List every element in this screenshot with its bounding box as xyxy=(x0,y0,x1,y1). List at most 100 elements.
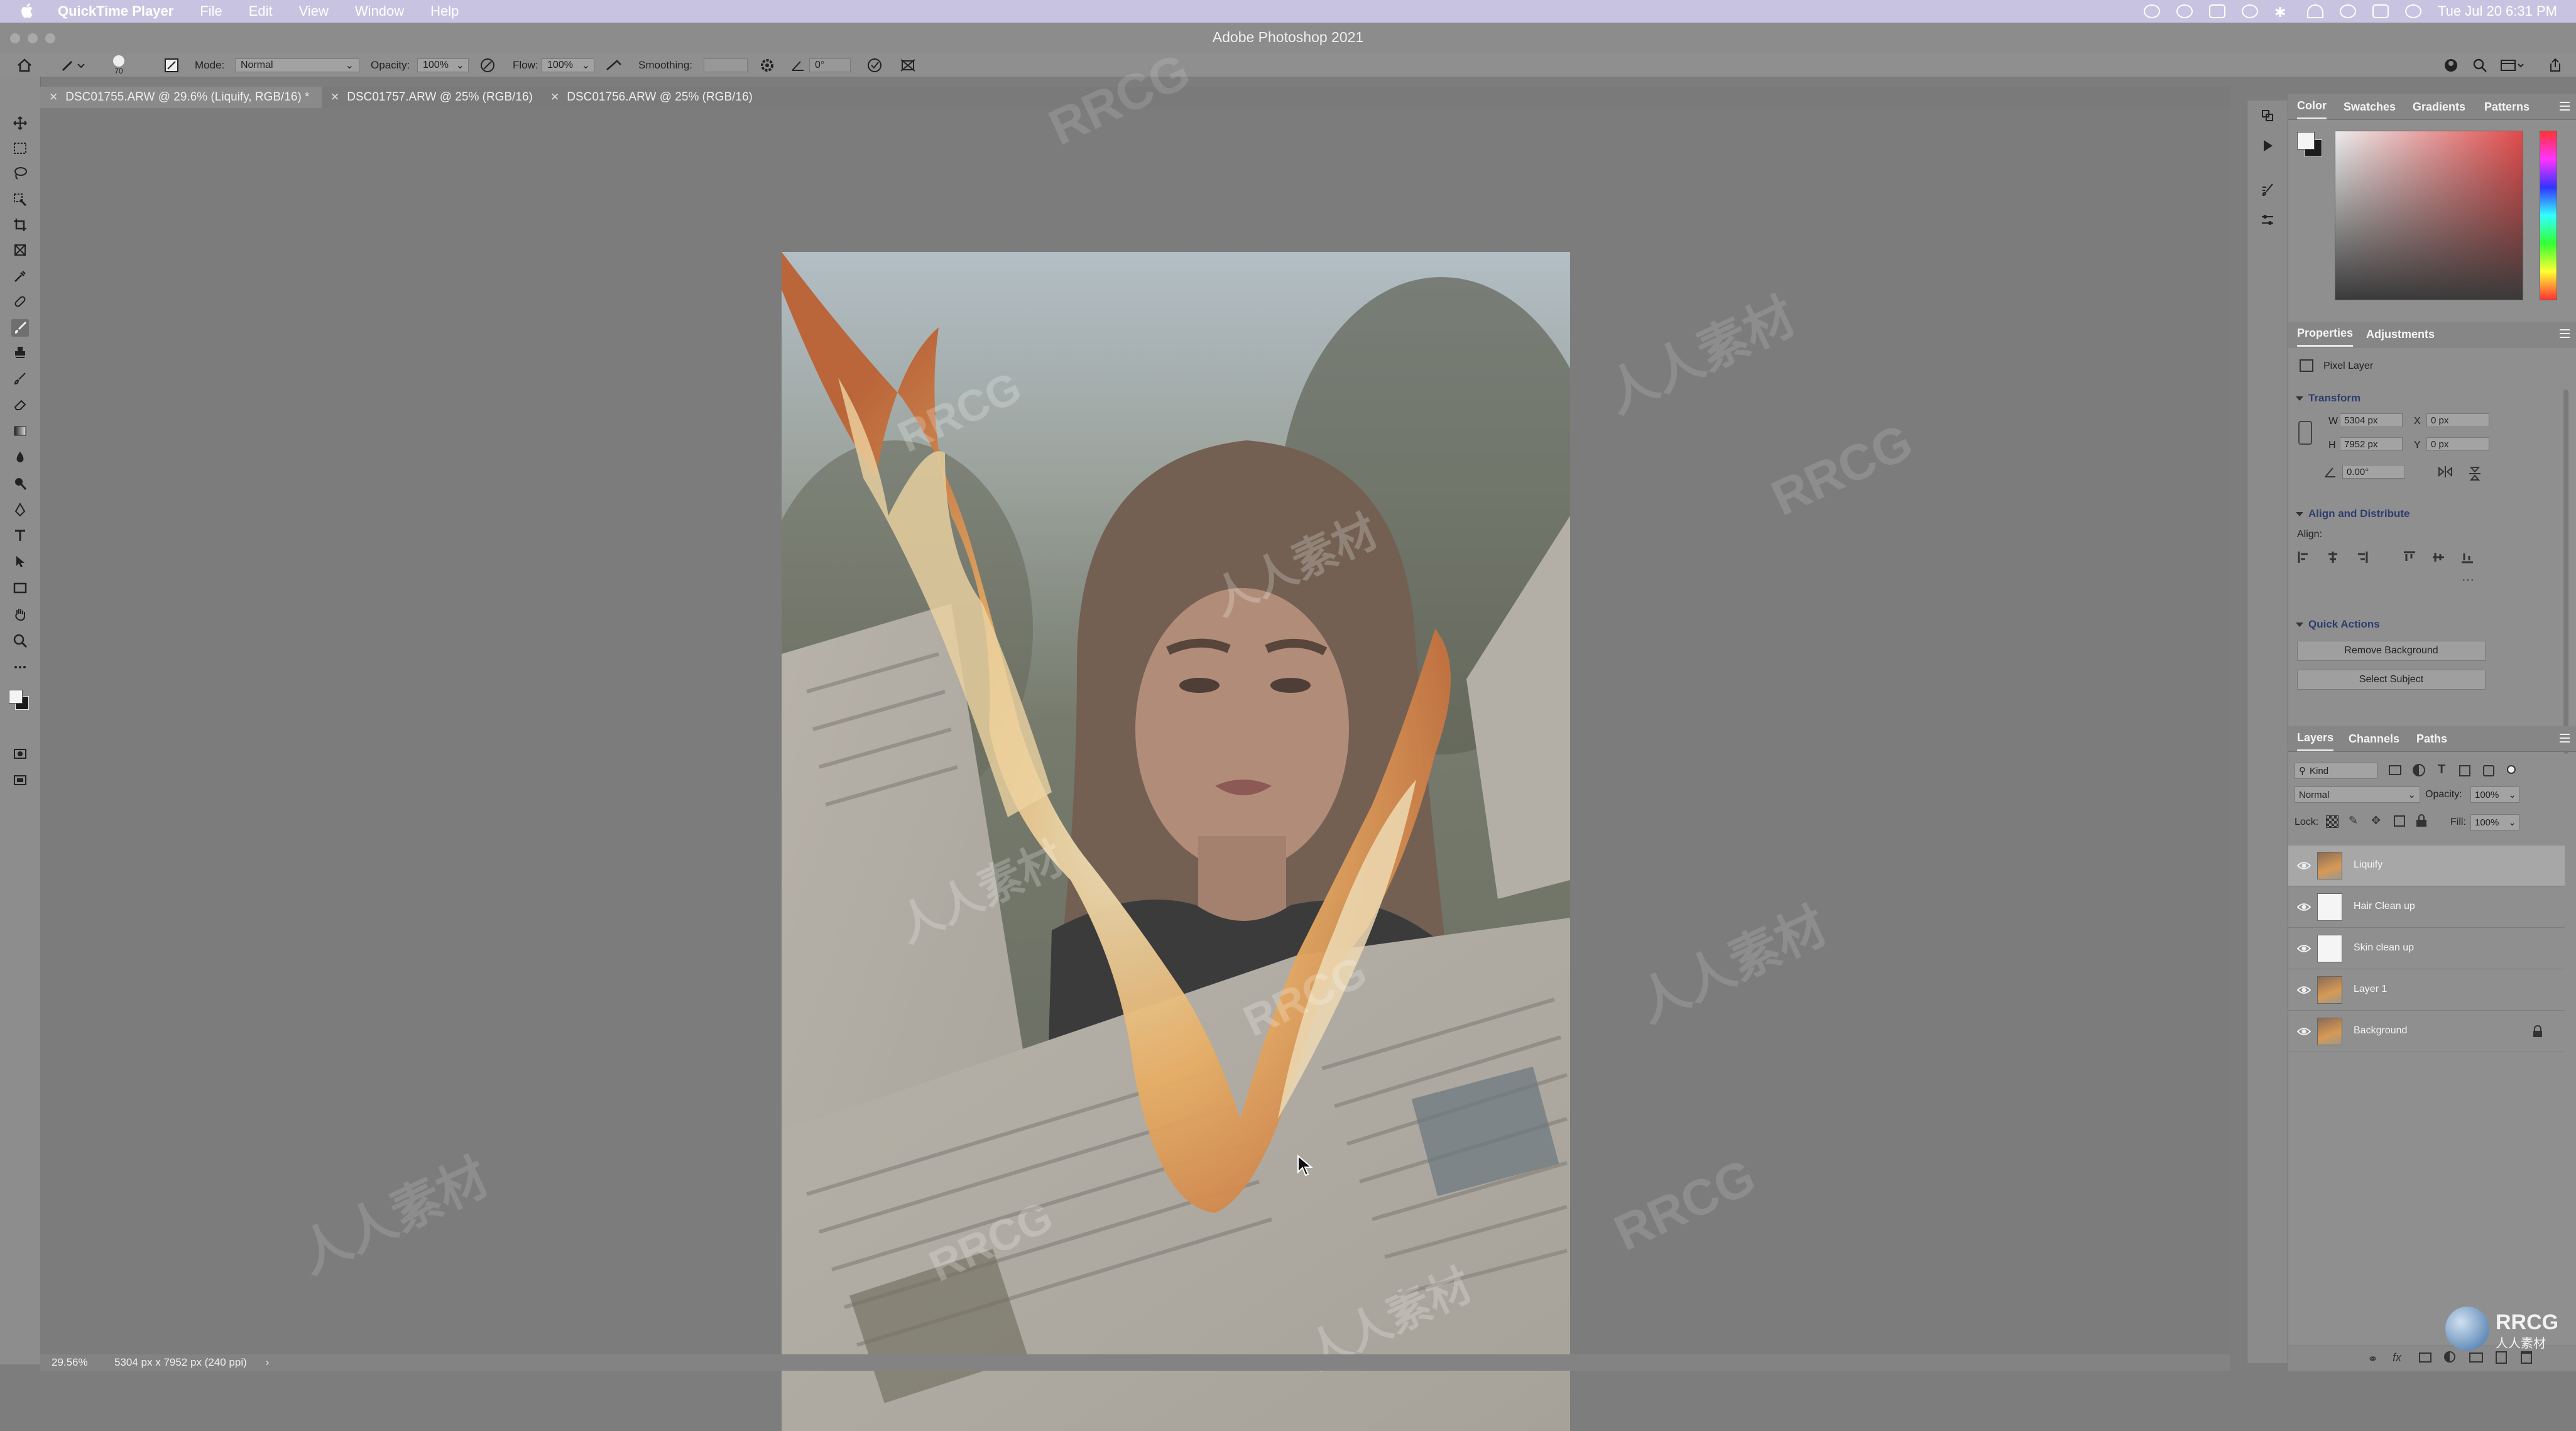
visibility-eye-icon[interactable] xyxy=(2297,901,2311,913)
color-swatches-icon[interactable] xyxy=(6,686,31,710)
more-tools-icon[interactable] xyxy=(11,658,29,676)
record-icon[interactable] xyxy=(2144,4,2161,18)
pressure-opacity-icon[interactable] xyxy=(479,54,496,77)
actions-play-icon[interactable] xyxy=(2259,137,2276,155)
creative-cloud-icon[interactable] xyxy=(2176,4,2193,18)
chevron-right-icon[interactable]: › xyxy=(266,1356,270,1369)
brush-settings-icon[interactable] xyxy=(163,54,180,77)
align-section-header[interactable]: Align and Distribute xyxy=(2296,508,2410,520)
tab-properties[interactable]: Properties xyxy=(2297,322,2354,347)
visibility-eye-icon[interactable] xyxy=(2297,942,2311,955)
lock-transparency-icon[interactable] xyxy=(2326,815,2339,828)
move-tool-icon[interactable] xyxy=(11,114,29,132)
tab-swatches[interactable]: Swatches xyxy=(2344,94,2396,119)
layer-name[interactable]: Layer 1 xyxy=(2354,984,2387,995)
x-input[interactable]: 0 px xyxy=(2426,413,2489,427)
play-icon[interactable] xyxy=(2242,4,2259,18)
select-subject-button[interactable]: Select Subject xyxy=(2297,670,2486,690)
lock-pixels-icon[interactable]: ✎ xyxy=(2349,814,2358,827)
healing-brush-tool-icon[interactable] xyxy=(11,293,29,310)
workspace-icon[interactable] xyxy=(2499,54,2524,77)
visibility-eye-icon[interactable] xyxy=(2297,984,2311,996)
dodge-tool-icon[interactable] xyxy=(11,475,29,492)
layer-row-background[interactable]: Background xyxy=(2288,1011,2565,1052)
opacity-input[interactable]: 100% ⌄ xyxy=(417,58,469,72)
layer-lock-icon[interactable] xyxy=(2532,1025,2543,1038)
lock-artboard-icon[interactable] xyxy=(2394,815,2405,827)
panel-menu-icon[interactable] xyxy=(2560,734,2570,743)
align-left-icon[interactable] xyxy=(2297,550,2311,564)
layer-row-skin-clean-up[interactable]: Skin clean up xyxy=(2288,928,2565,969)
brush-tool-icon[interactable] xyxy=(11,319,29,337)
remove-background-button[interactable]: Remove Background xyxy=(2297,641,2486,661)
airbrush-icon[interactable] xyxy=(604,54,623,77)
spotlight-search-icon[interactable] xyxy=(2340,4,2357,18)
filter-shape-icon[interactable] xyxy=(2459,765,2470,776)
filter-pixel-icon[interactable] xyxy=(2389,765,2401,775)
tab-patterns[interactable]: Patterns xyxy=(2484,94,2530,119)
new-layer-icon[interactable] xyxy=(2496,1351,2507,1364)
brush-settings-panel-icon[interactable] xyxy=(2259,181,2276,199)
zoom-tool-icon[interactable] xyxy=(11,632,29,650)
rectangle-tool-icon[interactable] xyxy=(11,579,29,597)
panel-menu-icon[interactable] xyxy=(2560,329,2570,338)
screen-mode-icon[interactable] xyxy=(11,771,29,789)
clone-stamp-tool-icon[interactable] xyxy=(11,344,29,362)
object-selection-tool-icon[interactable] xyxy=(11,191,29,209)
blend-mode-select[interactable]: Normal ⌄ xyxy=(2295,786,2420,803)
flip-horizontal-icon[interactable] xyxy=(2437,465,2454,479)
new-adjustment-layer-icon[interactable] xyxy=(2444,1351,2455,1363)
fill-input[interactable]: 100% ⌄ xyxy=(2470,814,2519,830)
eyedropper-tool-icon[interactable] xyxy=(11,268,29,285)
menu-view[interactable]: View xyxy=(299,3,329,19)
panel-menu-icon[interactable] xyxy=(2560,102,2570,111)
adjustments-sliders-icon[interactable] xyxy=(2259,211,2276,229)
layer-row-liquify[interactable]: Liquify xyxy=(2288,846,2565,886)
link-dimensions-icon[interactable] xyxy=(2298,421,2312,445)
brush-angle-icon[interactable] xyxy=(790,54,805,77)
siri-icon[interactable] xyxy=(2405,4,2422,18)
screen-capture-icon[interactable] xyxy=(2209,4,2226,18)
history-panel-icon[interactable] xyxy=(2259,107,2276,124)
close-icon[interactable]: ✕ xyxy=(49,91,58,104)
tab-gradients[interactable]: Gradients xyxy=(2413,94,2465,119)
menu-edit[interactable]: Edit xyxy=(249,3,273,19)
filter-toggle-icon[interactable] xyxy=(2507,765,2516,774)
layer-name[interactable]: Background xyxy=(2354,1025,2407,1037)
tab-channels[interactable]: Channels xyxy=(2349,726,2399,751)
lock-all-icon[interactable] xyxy=(2416,814,2426,827)
close-icon[interactable]: ✕ xyxy=(330,91,339,104)
foreground-color-swatch[interactable] xyxy=(9,690,23,704)
symmetry-icon[interactable] xyxy=(898,54,917,77)
visibility-eye-icon[interactable] xyxy=(2297,859,2311,872)
menubar-clock[interactable]: Tue Jul 20 6:31 PM xyxy=(2438,3,2557,19)
doc-tab-2[interactable]: ✕ DSC01757.ARW @ 25% (RGB/16) xyxy=(322,87,542,108)
eraser-tool-icon[interactable] xyxy=(11,396,29,413)
color-picker-field[interactable] xyxy=(2335,131,2523,300)
link-layers-icon[interactable]: ⚭ xyxy=(2367,1351,2378,1367)
brush-angle-input[interactable]: 0° xyxy=(809,58,851,72)
smoothing-gear-icon[interactable] xyxy=(759,54,775,77)
document-dimensions[interactable]: 5304 px x 7952 px (240 ppi) xyxy=(114,1356,247,1369)
layer-opacity-input[interactable]: 100% ⌄ xyxy=(2470,786,2519,803)
wifi-icon[interactable] xyxy=(2307,4,2324,18)
tab-color[interactable]: Color xyxy=(2297,94,2327,119)
home-icon[interactable] xyxy=(16,54,33,77)
bluetooth-icon[interactable]: ✱ xyxy=(2274,4,2291,20)
menu-file[interactable]: File xyxy=(200,3,222,19)
zoom-level[interactable]: 29.56% xyxy=(52,1356,108,1369)
history-brush-tool-icon[interactable] xyxy=(11,369,29,387)
share-icon[interactable] xyxy=(2547,54,2563,77)
add-mask-icon[interactable] xyxy=(2419,1352,2431,1363)
foreground-color-swatch[interactable] xyxy=(2297,132,2315,150)
tab-adjustments[interactable]: Adjustments xyxy=(2366,322,2435,347)
app-name[interactable]: QuickTime Player xyxy=(58,3,173,19)
new-group-icon[interactable] xyxy=(2469,1352,2483,1363)
doc-tab-3[interactable]: ✕ DSC01756.ARW @ 25% (RGB/16) xyxy=(542,87,761,108)
lock-position-icon[interactable]: ✥ xyxy=(2371,814,2381,827)
hand-tool-icon[interactable] xyxy=(11,606,29,623)
layer-name[interactable]: Skin clean up xyxy=(2354,942,2414,954)
crop-tool-icon[interactable] xyxy=(11,216,29,234)
mode-select[interactable]: Normal ⌄ xyxy=(235,58,359,72)
frame-tool-icon[interactable] xyxy=(11,241,29,259)
